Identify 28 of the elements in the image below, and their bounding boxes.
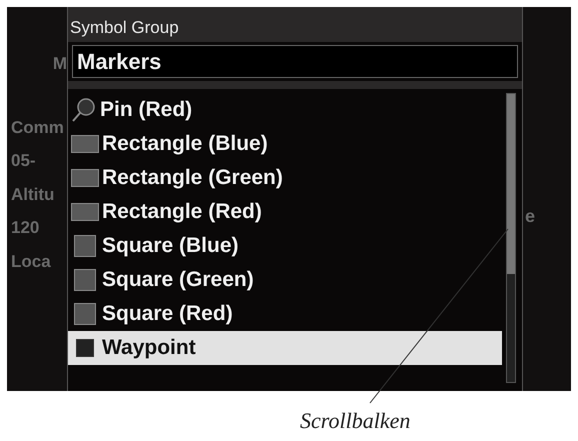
rectangle-icon (71, 169, 99, 187)
pin-icon (71, 97, 97, 123)
symbol-list-item[interactable]: Rectangle (Blue) (68, 127, 502, 161)
scrollbar[interactable] (506, 93, 516, 383)
symbol-list-item[interactable]: Pin (Red) (68, 93, 502, 127)
popup-title: Symbol Group (70, 16, 179, 38)
background-label: 05- (11, 150, 37, 172)
rectangle-icon (71, 135, 99, 153)
square-icon (74, 269, 96, 291)
background-label: M (52, 53, 67, 75)
field-value: Markers (77, 48, 162, 76)
symbol-list-item[interactable]: Square (Blue) (68, 229, 502, 263)
square-icon (74, 235, 96, 257)
background-label: 120 (11, 217, 40, 239)
square-icon (74, 303, 96, 325)
background-label: Comm (11, 116, 65, 138)
background-label: Altitu (11, 184, 56, 206)
symbol-list-item[interactable]: Square (Green) (68, 263, 502, 297)
symbol-list-item[interactable]: Square (Red) (68, 297, 502, 331)
rectangle-icon (71, 203, 99, 221)
waypoint-icon (76, 339, 94, 357)
annotation-label: Scrollbalken (300, 408, 410, 433)
symbol-list-item[interactable]: Rectangle (Green) (68, 161, 502, 195)
symbol-list-item[interactable]: Rectangle (Red) (68, 195, 502, 229)
symbol-group-field[interactable]: Markers (72, 45, 518, 78)
symbol-list-item[interactable]: Waypoint (68, 331, 502, 365)
background-label: e (525, 205, 536, 228)
background-label: Loca (11, 250, 52, 272)
